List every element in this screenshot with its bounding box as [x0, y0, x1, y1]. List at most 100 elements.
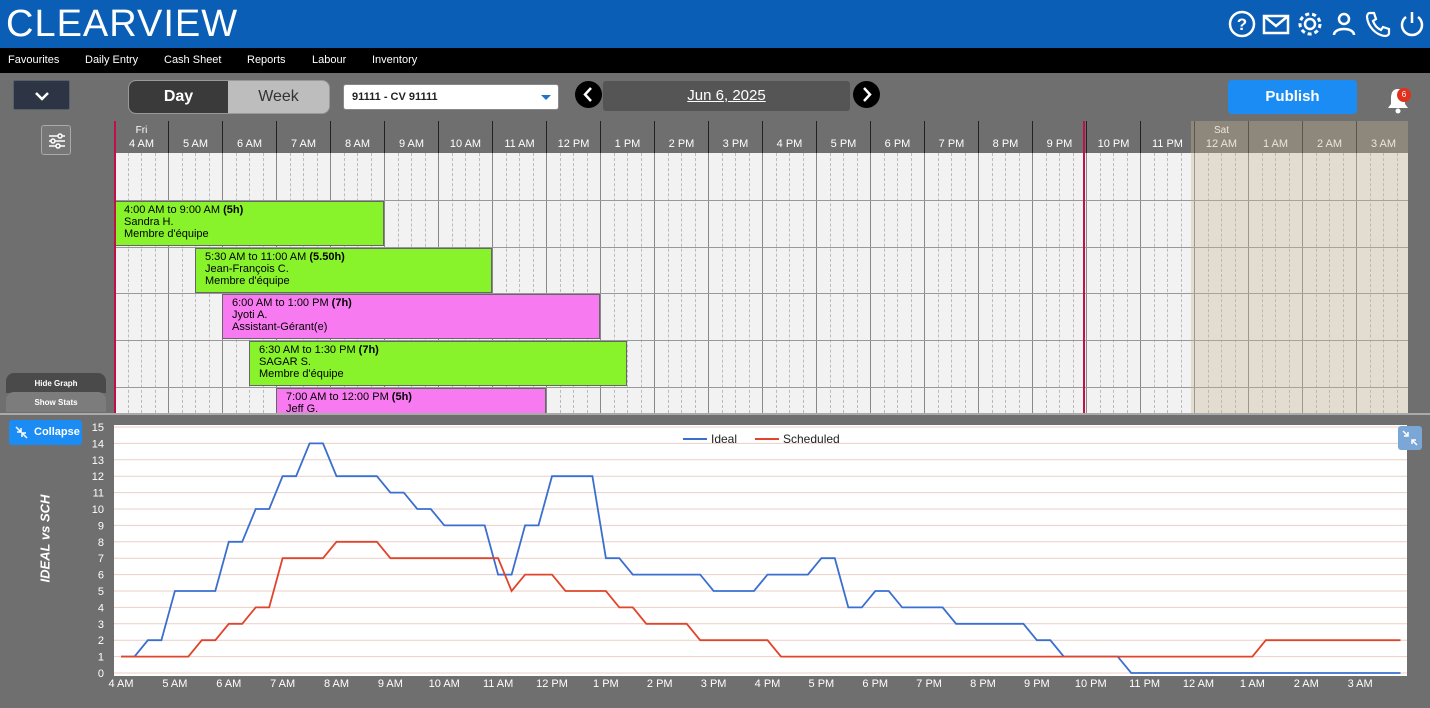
x-tick-label: 3 PM [701, 678, 727, 690]
hour-label: 5 PM [830, 138, 857, 150]
settings-icon[interactable] [1295, 9, 1325, 39]
x-tick-label: 7 AM [270, 678, 295, 690]
employee-role: Membre d'équipe [259, 368, 344, 381]
x-tick-label: 2 PM [647, 678, 673, 690]
chevron-down-icon [35, 92, 49, 101]
hour-label: 5 AM [182, 138, 209, 150]
plot-background [114, 425, 1407, 676]
y-tick-label: 1 [98, 652, 104, 664]
shift-time: 6:00 AM to 1:00 PM (7h) [232, 297, 352, 310]
expand-chart-button[interactable] [1398, 426, 1422, 450]
menu-daily-entry[interactable]: Daily Entry [85, 54, 138, 66]
hour-column-header: 9 AM [384, 121, 438, 153]
x-tick-label: 6 PM [862, 678, 888, 690]
shift-time: 5:30 AM to 11:00 AM (5.50h) [205, 250, 345, 263]
view-toggle: Day Week [128, 80, 330, 114]
shift-block[interactable]: 6:30 AM to 1:30 PM (7h) SAGAR S. Membre d'… [249, 341, 627, 387]
y-tick-label: 11 [93, 488, 104, 500]
hour-column-header: 11 AM [492, 121, 546, 153]
close-time-marker [1083, 121, 1085, 413]
x-tick-label: 8 PM [970, 678, 996, 690]
menu-favourites[interactable]: Favourites [8, 54, 59, 66]
chevron-right-icon [863, 87, 872, 102]
shift-block[interactable]: 6:00 AM to 1:00 PM (7h) Jyoti A. Assistant… [222, 294, 600, 340]
toolbar: Day Week 91111 - CV 91111 Jun 6, 2025 Pu… [0, 73, 1430, 121]
grid-line [856, 153, 858, 413]
store-select[interactable]: 91111 - CV 91111 [343, 84, 559, 110]
legend-label: Scheduled [783, 432, 840, 446]
grid-line [1113, 153, 1114, 413]
mail-icon[interactable] [1261, 9, 1291, 39]
power-icon[interactable] [1397, 9, 1427, 39]
shift-duration: (7h) [331, 297, 352, 310]
y-tick-label: 8 [98, 537, 104, 549]
hour-column-header: 12 PM [546, 121, 600, 153]
hour-label: 6 AM [236, 138, 263, 150]
grid-line [735, 153, 736, 413]
phone-icon[interactable] [1363, 9, 1393, 39]
hour-column-header: 1 PM [600, 121, 654, 153]
schedule-left-panel: Hide Graph Show Stats [0, 121, 114, 413]
employee-role: Assistant-Gérant(e) [232, 321, 328, 334]
grid-line [748, 153, 750, 413]
show-stats-tab[interactable]: Show Stats [6, 392, 106, 412]
hour-column-header: Fri 4 AM [114, 121, 168, 153]
hour-column-header: 7 PM [924, 121, 978, 153]
hour-label: 1 PM [614, 138, 641, 150]
previous-day-button[interactable] [575, 81, 602, 108]
shift-block[interactable]: 5:30 AM to 11:00 AM (5.50h) Jean-François… [195, 247, 492, 293]
shift-block[interactable]: 7:00 AM to 12:00 PM (5h) Jeff G. [276, 388, 546, 413]
x-tick-label: 5 AM [162, 678, 187, 690]
next-day-button[interactable] [853, 81, 880, 108]
grid-line [168, 153, 169, 413]
hour-label: 3 PM [722, 138, 749, 150]
sliders-icon [49, 133, 65, 149]
grid-line [1032, 153, 1033, 413]
hour-column-header: 5 PM [816, 121, 870, 153]
expand-menu-button[interactable] [13, 80, 70, 110]
employee-role: Membre d'équipe [124, 227, 209, 240]
main-menu: Favourites Daily Entry Cash Sheet Report… [0, 48, 1430, 73]
hour-label: 7 AM [290, 138, 317, 150]
x-tick-label: 1 AM [1240, 678, 1265, 690]
app-header: CLEARVIEW ? [0, 0, 1430, 48]
x-tick-label: 7 PM [916, 678, 942, 690]
grid-line [897, 153, 898, 413]
grid-line [1072, 153, 1074, 413]
week-view-button[interactable]: Week [228, 81, 329, 113]
grid-line [694, 153, 696, 413]
store-select-value: 91111 - CV 91111 [352, 91, 438, 103]
menu-reports[interactable]: Reports [247, 54, 286, 66]
shift-duration: (7h) [358, 344, 379, 357]
grid-line [762, 153, 763, 413]
help-icon[interactable]: ? [1227, 9, 1257, 39]
x-tick-label: 12 AM [1183, 678, 1214, 690]
y-tick-label: 10 [92, 504, 104, 516]
day-label: Fri [135, 125, 148, 136]
hour-column-header: 2 PM [654, 121, 708, 153]
grid-line [802, 153, 804, 413]
menu-labour[interactable]: Labour [312, 54, 346, 66]
date-picker[interactable]: Jun 6, 2025 [603, 81, 850, 111]
y-tick-label: 9 [98, 520, 104, 532]
grid-line [951, 153, 952, 413]
hour-column-header: 5 AM [168, 121, 222, 153]
publish-button[interactable]: Publish [1228, 80, 1357, 114]
grid-line [181, 153, 183, 413]
day-view-button[interactable]: Day [129, 81, 228, 113]
grid-line [937, 153, 939, 413]
menu-cash-sheet[interactable]: Cash Sheet [164, 54, 221, 66]
grid-line [1167, 153, 1168, 413]
hide-graph-tab[interactable]: Hide Graph [6, 373, 106, 393]
shift-block[interactable]: 4:00 AM to 9:00 AM (5h) Sandra H. Membre d… [114, 200, 384, 246]
y-tick-label: 12 [92, 471, 104, 483]
app-logo: CLEARVIEW [6, 3, 239, 45]
menu-inventory[interactable]: Inventory [372, 54, 417, 66]
grid-line [789, 153, 790, 413]
shift-time: 6:30 AM to 1:30 PM (7h) [259, 344, 379, 357]
grid-line [829, 153, 831, 413]
grid-line [1099, 153, 1101, 413]
user-icon[interactable] [1329, 9, 1359, 39]
filter-settings-button[interactable] [41, 125, 71, 155]
y-tick-label: 14 [92, 438, 104, 450]
